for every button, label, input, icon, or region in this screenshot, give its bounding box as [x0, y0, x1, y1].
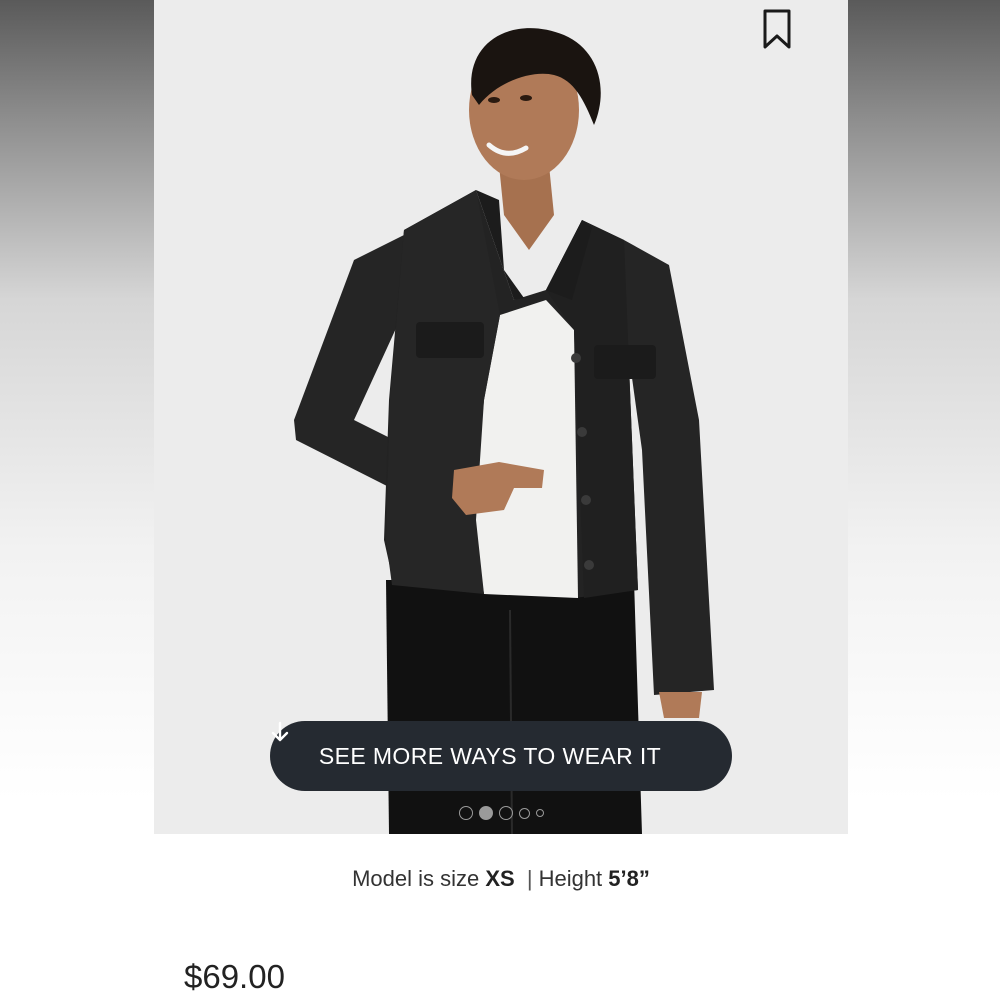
see-more-ways-button[interactable]: SEE MORE WAYS TO WEAR IT [270, 721, 732, 791]
screenshot-frame: SEE MORE WAYS TO WEAR IT Model is size X… [0, 0, 1000, 1000]
model-height-value: 5’8” [608, 866, 650, 891]
model-size-value: XS [485, 866, 515, 891]
product-price: $69.00 [184, 958, 285, 995]
carousel-dot[interactable] [535, 809, 544, 817]
carousel-dot-active[interactable] [478, 806, 493, 820]
product-photo[interactable]: SEE MORE WAYS TO WEAR IT [154, 0, 848, 834]
bookmark-icon [763, 9, 791, 49]
carousel-dot[interactable] [458, 806, 473, 820]
carousel-dot[interactable] [498, 806, 513, 820]
model-illustration [154, 0, 848, 834]
model-height-prefix: Height [538, 866, 603, 891]
bookmark-button[interactable] [762, 8, 806, 56]
model-size-info: Model is size XS | Height 5’8” [154, 866, 848, 892]
see-more-ways-label: SEE MORE WAYS TO WEAR IT [318, 742, 662, 769]
carousel-dots [154, 805, 848, 821]
model-size-prefix: Model is size [352, 866, 480, 891]
carousel-dot[interactable] [518, 807, 530, 819]
product-page: SEE MORE WAYS TO WEAR IT Model is size X… [154, 0, 848, 1000]
model-info-separator: | [526, 866, 533, 891]
